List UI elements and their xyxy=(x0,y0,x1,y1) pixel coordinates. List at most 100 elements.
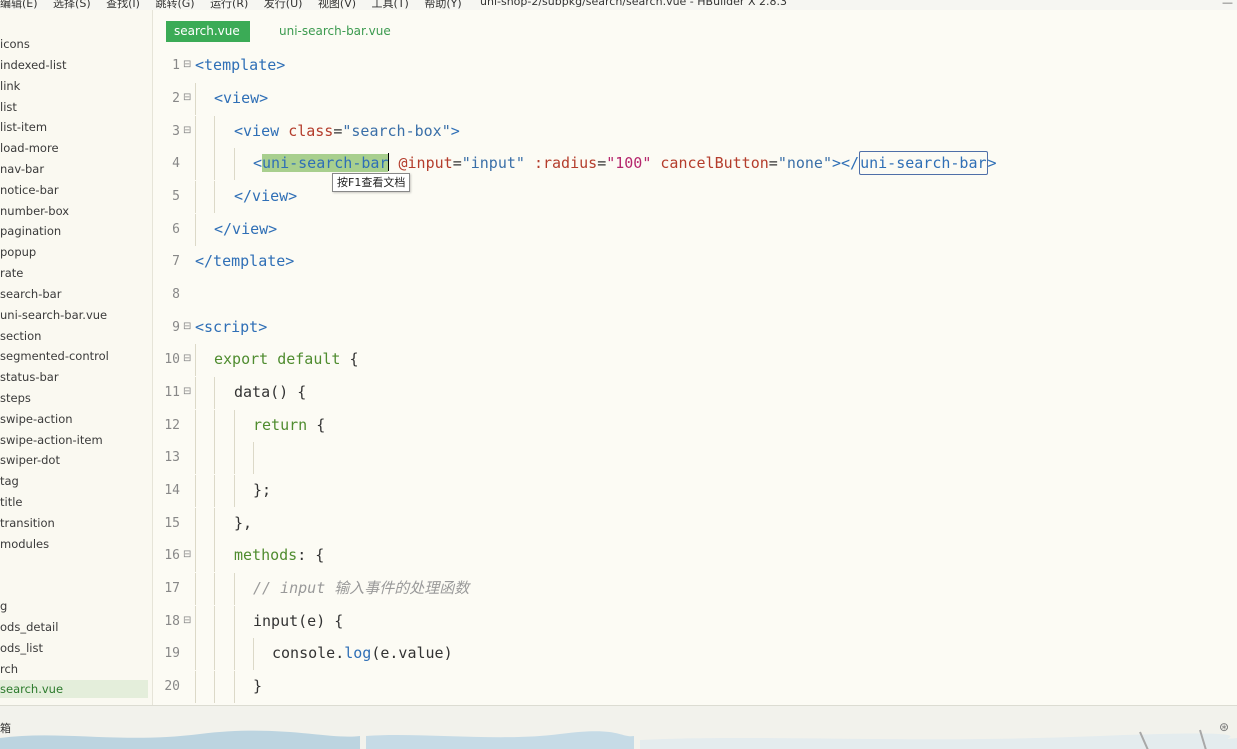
menu-run[interactable]: 运行(R) xyxy=(210,0,248,10)
fold-icon[interactable]: ⊟ xyxy=(183,353,191,364)
tree-item-tag[interactable]: tag xyxy=(0,472,148,490)
code-editor[interactable]: 1 ⊟ <template> 2 ⊟ <view> 3 ⊟ <view clas… xyxy=(153,44,1237,705)
indent-guide xyxy=(253,442,254,474)
tree-item-goods-detail[interactable]: ods_detail xyxy=(0,618,148,636)
code-token: > xyxy=(450,122,460,140)
code-text: <script> xyxy=(195,317,267,337)
code-token: @input xyxy=(398,154,453,172)
indent-guide xyxy=(195,116,196,148)
line-number: 4 xyxy=(172,156,180,171)
menu-edit[interactable]: 编辑(E) xyxy=(0,0,38,10)
code-token: "100" xyxy=(606,154,652,172)
tree-item-uni-search-bar-vue[interactable]: uni-search-bar.vue xyxy=(0,306,148,324)
code-line: 20 } xyxy=(153,671,1237,703)
code-line: 12 return { xyxy=(153,410,1237,442)
menu-find[interactable]: 查找(I) xyxy=(106,0,140,10)
code-line: 17 // input 输入事件的处理函数 xyxy=(153,573,1237,605)
code-text: export default { xyxy=(214,349,359,369)
indent-guide xyxy=(234,148,235,180)
indent-guide xyxy=(195,475,196,507)
code-token: input(e) { xyxy=(253,612,344,630)
tree-item-swipe-action[interactable]: swipe-action xyxy=(0,410,148,428)
line-number: 1 xyxy=(172,58,180,73)
tree-item-transition[interactable]: transition xyxy=(0,514,148,532)
tree-item-search[interactable]: rch xyxy=(0,660,148,678)
indent-guide xyxy=(234,442,235,474)
code-token: <template> xyxy=(195,56,286,74)
line-number: 17 xyxy=(164,581,180,596)
tree-item-rate[interactable]: rate xyxy=(0,264,148,282)
code-token: :radius xyxy=(533,154,598,172)
tab-uni-search-bar-vue[interactable]: uni-search-bar.vue xyxy=(271,21,399,42)
code-line: 7 </template> xyxy=(153,246,1237,278)
menu-goto[interactable]: 跳转(G) xyxy=(155,0,194,10)
tree-item-status-bar[interactable]: status-bar xyxy=(0,368,148,386)
line-number: 11 xyxy=(164,385,180,400)
tree-item-search-vue[interactable]: search.vue xyxy=(0,680,148,698)
code-text: // input 输入事件的处理函数 xyxy=(253,578,469,598)
code-text: <view> xyxy=(214,88,268,108)
fold-icon[interactable]: ⊟ xyxy=(183,321,191,332)
code-line: 4 <uni-search-bar @input="input" :radius… xyxy=(153,148,1237,180)
tree-item-pagination[interactable]: pagination xyxy=(0,222,148,240)
menu-select[interactable]: 选择(S) xyxy=(53,0,91,10)
code-token: { xyxy=(307,416,326,434)
line-number: 12 xyxy=(164,418,180,433)
tree-item-number-box[interactable]: number-box xyxy=(0,202,148,220)
fold-icon[interactable]: ⊟ xyxy=(183,125,191,136)
tree-item-modules[interactable]: modules xyxy=(0,535,148,553)
indent-guide xyxy=(234,638,235,670)
tree-item-title[interactable]: title xyxy=(0,493,148,511)
tree-item-segmented-control[interactable]: segmented-control xyxy=(0,347,148,365)
tree-item-list-item[interactable]: list-item xyxy=(0,118,148,136)
menu-view[interactable]: 视图(V) xyxy=(318,0,356,10)
fold-icon[interactable]: ⊟ xyxy=(183,386,191,397)
project-explorer: icons indexed-list link list list-item l… xyxy=(0,10,153,705)
notification-icon[interactable]: ⊛ xyxy=(1219,720,1229,734)
tree-item-g[interactable]: g xyxy=(0,597,148,615)
code-text: <uni-search-bar @input="input" :radius="… xyxy=(253,151,997,175)
line-number: 10 xyxy=(164,352,180,367)
tree-item-load-more[interactable]: load-more xyxy=(0,139,148,157)
tree-item-indexed-list[interactable]: indexed-list xyxy=(0,56,148,74)
code-token: <script> xyxy=(195,318,268,336)
code-token: <view> xyxy=(214,89,269,107)
code-token: = xyxy=(768,154,778,172)
code-token: class xyxy=(288,122,334,140)
menu-tools[interactable]: 工具(T) xyxy=(372,0,409,10)
tree-item-swipe-action-item[interactable]: swipe-action-item xyxy=(0,431,148,449)
fold-icon[interactable]: ⊟ xyxy=(183,59,191,70)
code-text: input(e) { xyxy=(253,611,343,631)
fold-icon[interactable]: ⊟ xyxy=(183,615,191,626)
tree-item-list[interactable]: list xyxy=(0,98,148,116)
indent-guide xyxy=(195,377,196,409)
indent-guide xyxy=(214,573,215,605)
tree-item-link[interactable]: link xyxy=(0,77,148,95)
fold-icon[interactable]: ⊟ xyxy=(183,549,191,560)
tree-item-goods-list[interactable]: ods_list xyxy=(0,639,148,657)
indent-guide xyxy=(195,214,196,246)
indent-guide xyxy=(195,606,196,638)
tree-item-popup[interactable]: popup xyxy=(0,243,148,261)
tree-item-steps[interactable]: steps xyxy=(0,389,148,407)
tree-item-nav-bar[interactable]: nav-bar xyxy=(0,160,148,178)
code-line: 14 }; xyxy=(153,475,1237,507)
code-text: </template> xyxy=(195,251,294,271)
tab-search-vue[interactable]: search.vue xyxy=(166,21,250,42)
menu-publish[interactable]: 发行(U) xyxy=(264,0,303,10)
hbuilder-window: 编辑(E) 选择(S) 查找(I) 跳转(G) 运行(R) 发行(U) 视图(V… xyxy=(0,0,1237,749)
tree-item-notice-bar[interactable]: notice-bar xyxy=(0,181,148,199)
indent-guide xyxy=(214,181,215,213)
tree-item-section[interactable]: section xyxy=(0,327,148,345)
indent-guide xyxy=(214,475,215,507)
indent-guide xyxy=(195,181,196,213)
fold-icon[interactable]: ⊟ xyxy=(183,92,191,103)
code-line: 19 console.log(e.value) xyxy=(153,638,1237,670)
tree-item-search-bar[interactable]: search-bar xyxy=(0,285,148,303)
tree-item-swiper-dot[interactable]: swiper-dot xyxy=(0,451,148,469)
menu-help[interactable]: 帮助(Y) xyxy=(424,0,461,10)
tree-item-icons[interactable]: icons xyxy=(0,35,148,53)
line-number: 14 xyxy=(164,483,180,498)
indent-guide xyxy=(253,638,254,670)
minimize-icon[interactable]: — xyxy=(1222,0,1233,9)
